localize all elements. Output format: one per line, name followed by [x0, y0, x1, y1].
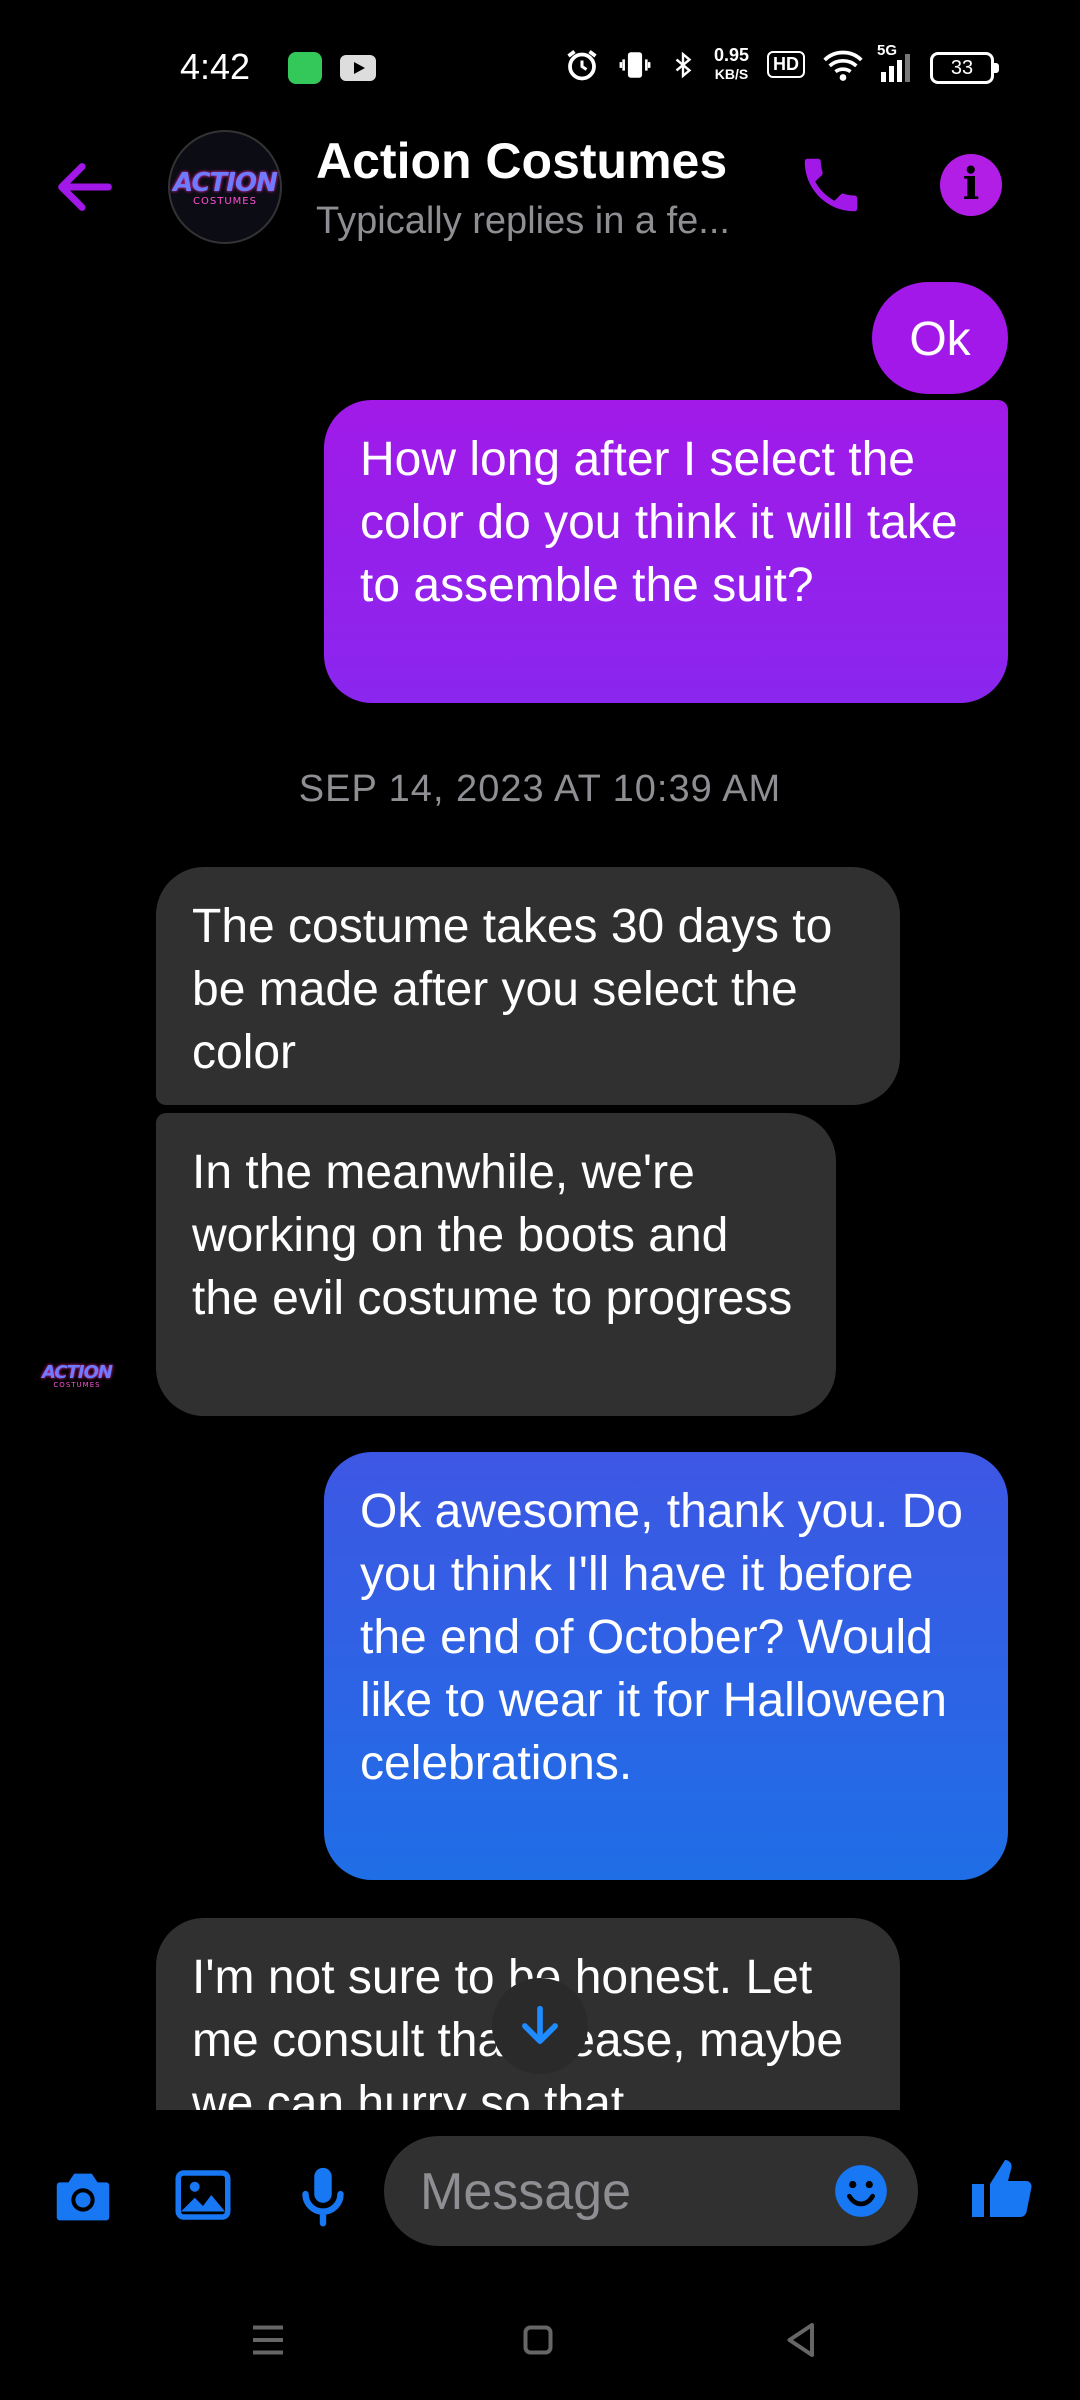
incoming-message[interactable]: In the meanwhile, we're working on the b…	[156, 1113, 836, 1416]
logo-sub: COSTUMES	[193, 195, 257, 207]
logo-word: ACTION	[173, 167, 278, 198]
thumbs-up-icon	[972, 2160, 1032, 2217]
sender-avatar[interactable]: ACTION COSTUMES	[40, 1362, 114, 1389]
microphone-icon	[302, 2167, 344, 2227]
contact-status[interactable]: Typically replies in a fe...	[316, 200, 730, 243]
chat-header: ACTION COSTUMES Action Costumes Typicall…	[0, 0, 1080, 244]
info-button[interactable]: i	[940, 154, 1002, 216]
message-composer: Message	[0, 2110, 1080, 2270]
contact-avatar[interactable]: ACTION COSTUMES	[168, 130, 282, 244]
logo-word: ACTION	[42, 1362, 113, 1383]
home-button[interactable]	[508, 2310, 568, 2370]
message-input[interactable]: Message	[384, 2136, 918, 2246]
message-placeholder: Message	[420, 2163, 631, 2221]
phone-icon	[804, 158, 858, 212]
emoji-button[interactable]	[830, 2160, 892, 2222]
square-icon	[523, 2325, 553, 2355]
system-navigation-bar	[0, 2270, 1080, 2400]
camera-icon	[56, 2173, 110, 2221]
voice-call-button[interactable]	[796, 150, 866, 220]
logo-sub: COSTUMES	[53, 1381, 101, 1389]
gallery-button[interactable]	[170, 2162, 240, 2232]
menu-icon	[253, 2325, 283, 2355]
recent-apps-button[interactable]	[238, 2310, 298, 2370]
system-back-button[interactable]	[772, 2310, 832, 2370]
voice-message-button[interactable]	[288, 2162, 358, 2232]
contact-name[interactable]: Action Costumes	[316, 132, 727, 190]
outgoing-message[interactable]: Ok	[872, 282, 1008, 394]
smiley-icon	[835, 2165, 887, 2217]
arrow-down-icon	[522, 2005, 558, 2044]
image-icon	[175, 2170, 231, 2220]
info-icon: i	[962, 159, 980, 210]
triangle-back-icon	[787, 2323, 814, 2357]
outgoing-message[interactable]: Ok awesome, thank you. Do you think I'll…	[324, 1452, 1008, 1880]
outgoing-message[interactable]: How long after I select the color do you…	[324, 400, 1008, 703]
camera-button[interactable]	[48, 2162, 118, 2232]
back-arrow-icon	[58, 163, 112, 211]
incoming-message[interactable]: The costume takes 30 days to be made aft…	[156, 867, 900, 1105]
back-button[interactable]	[50, 152, 120, 222]
like-button[interactable]	[966, 2154, 1036, 2224]
scroll-to-bottom-button[interactable]	[492, 1978, 588, 2074]
message-timestamp: SEP 14, 2023 AT 10:39 AM	[298, 768, 782, 810]
